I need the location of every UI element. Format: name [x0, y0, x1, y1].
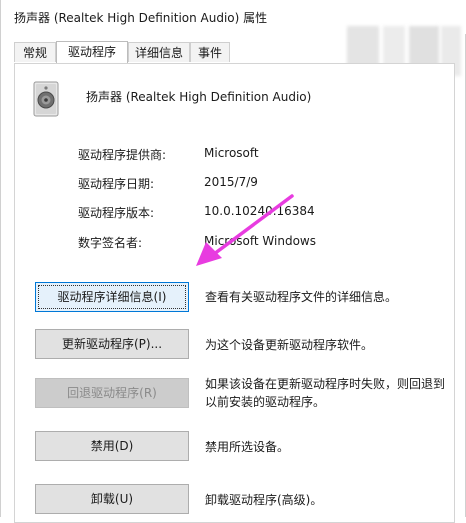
update-driver-description: 为这个设备更新驱动程序软件。	[205, 338, 374, 352]
date-value: 2015/7/9	[204, 175, 258, 189]
version-label: 驱动程序版本:	[78, 206, 155, 220]
uninstall-device-description: 卸载驱动程序(高级)。	[205, 493, 323, 507]
rollback-driver-description: 如果该设备在更新驱动程序时失败，则回退到以前安装的驱动程序。	[205, 377, 446, 409]
driver-panel: 扬声器 (Realtek High Definition Audio) 驱动程序…	[14, 63, 455, 523]
uninstall-device-button[interactable]: 卸载(U)	[35, 484, 189, 514]
speaker-icon	[33, 81, 59, 117]
tab-details[interactable]: 详细信息	[128, 42, 190, 62]
disable-device-description: 禁用所选设备。	[205, 440, 290, 454]
signer-label: 数字签名者:	[78, 236, 143, 250]
window-title: 扬声器 (Realtek High Definition Audio) 属性	[14, 11, 268, 25]
tab-general[interactable]: 常规	[14, 42, 56, 62]
update-driver-button[interactable]: 更新驱动程序(P)...	[35, 329, 189, 359]
signer-value: Microsoft Windows	[204, 234, 316, 248]
tab-driver[interactable]: 驱动程序	[56, 41, 128, 63]
driver-details-button[interactable]: 驱动程序详细信息(I)	[35, 282, 189, 312]
tab-events[interactable]: 事件	[190, 42, 230, 62]
device-name: 扬声器 (Realtek High Definition Audio)	[86, 90, 312, 104]
properties-window: 扬声器 (Realtek High Definition Audio) 属性 常…	[0, 0, 466, 523]
date-label: 驱动程序日期:	[78, 177, 155, 191]
driver-details-description: 查看有关驱动程序文件的详细信息。	[205, 290, 398, 304]
provider-label: 驱动程序提供商:	[78, 148, 167, 162]
rollback-driver-button[interactable]: 回退驱动程序(R)	[35, 378, 189, 408]
version-value: 10.0.10240.16384	[204, 204, 315, 218]
disable-device-button[interactable]: 禁用(D)	[35, 431, 189, 461]
provider-value: Microsoft	[204, 146, 259, 160]
